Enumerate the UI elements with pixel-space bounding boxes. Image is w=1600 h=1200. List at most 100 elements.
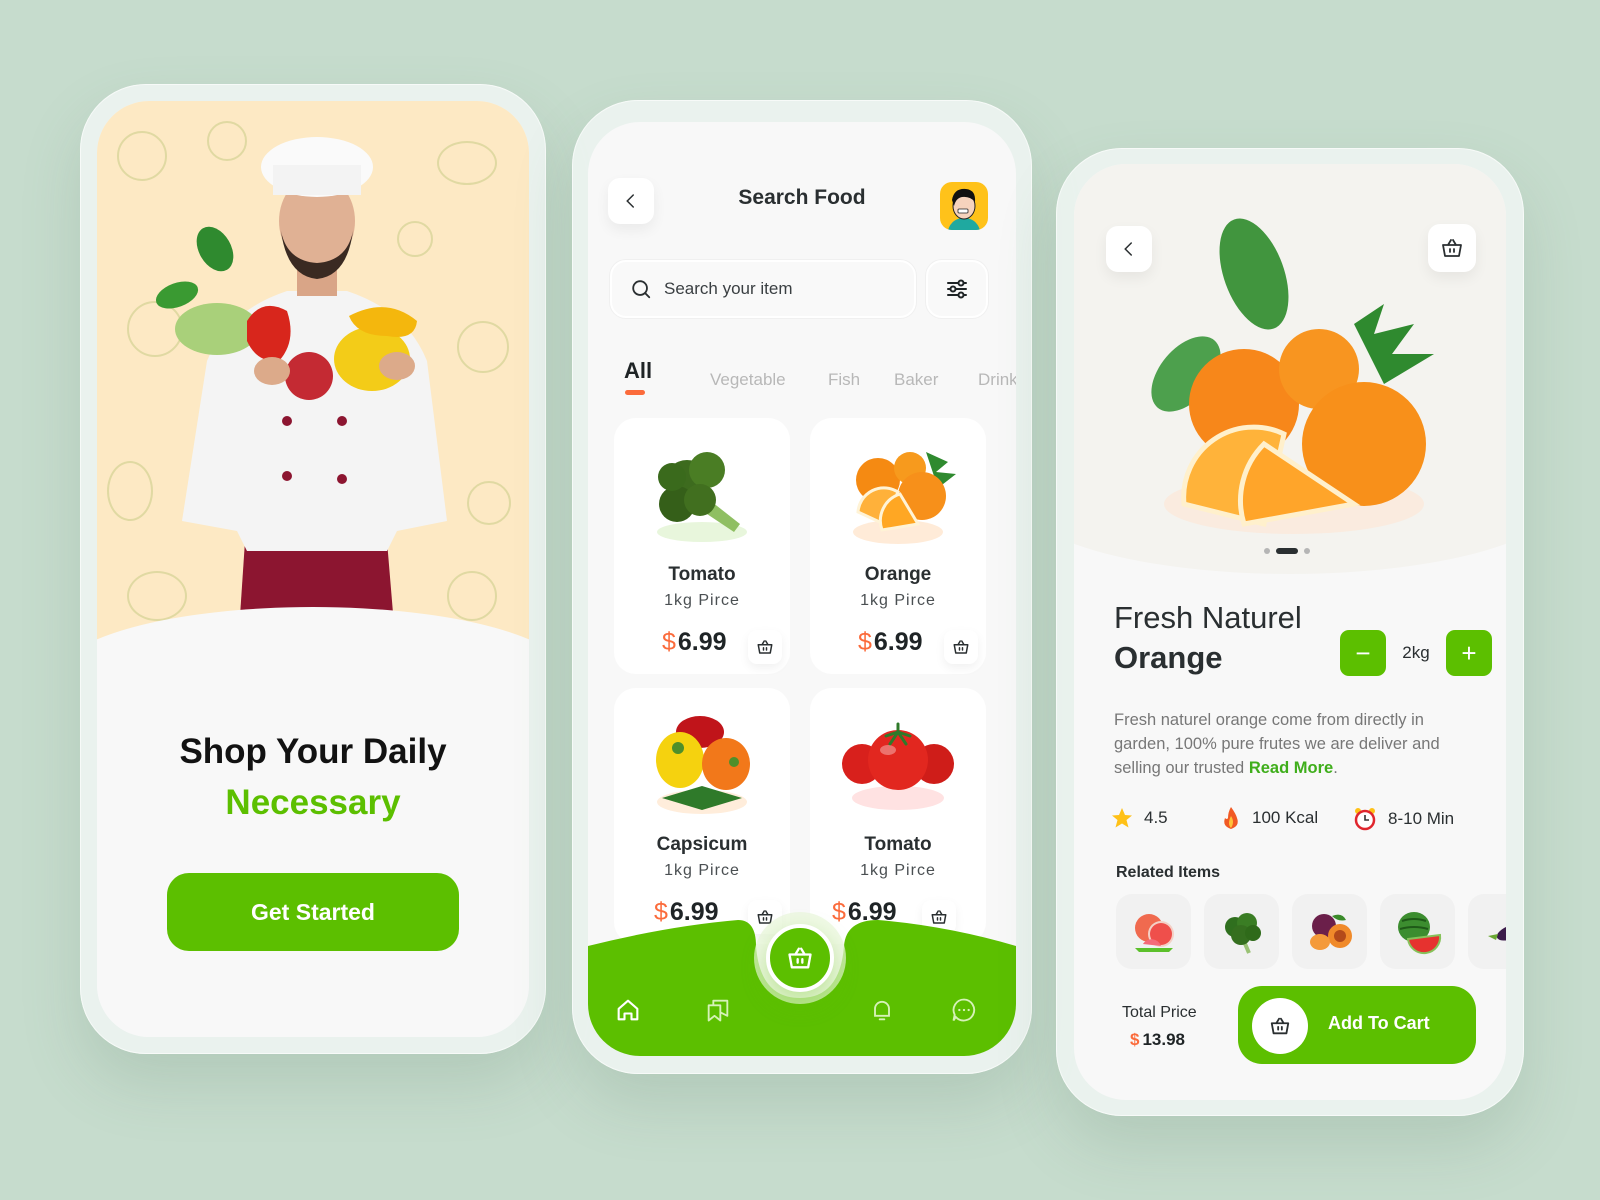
product-name: Tomato	[668, 564, 736, 585]
eggplant-icon	[1487, 922, 1506, 941]
fire-icon	[1224, 807, 1238, 829]
product-name: Capsicum	[656, 834, 748, 855]
quantity-stepper: − 2kg +	[1340, 630, 1492, 676]
basket-icon	[1270, 1017, 1290, 1035]
product-name: Orange	[864, 564, 932, 585]
nav-home[interactable]	[612, 994, 644, 1026]
product-description: Fresh naturel orange come from directly …	[1114, 711, 1440, 777]
rating-value: 4.5	[1144, 808, 1168, 827]
price-value: 6.99	[677, 628, 727, 656]
currency-symbol: $	[662, 628, 676, 656]
product-stats: 4.5 100 Kcal 8-10 Min	[1110, 806, 1490, 836]
detail-phone-frame: Fresh Naturel Orange − 2kg + Fresh natur…	[1056, 148, 1524, 1116]
alarm-clock-icon	[1354, 808, 1376, 831]
delivery-time-value: 8-10 Min	[1388, 809, 1455, 828]
kale-icon	[1224, 912, 1261, 954]
orange-product-image	[1151, 218, 1434, 534]
nav-messages[interactable]	[948, 994, 980, 1026]
carousel-indicator	[1264, 548, 1310, 554]
product-price: $6.99	[662, 628, 727, 657]
broccoli-image	[657, 452, 747, 542]
basket-icon	[757, 640, 773, 654]
search-field[interactable]	[610, 260, 916, 318]
carousel-dot-active[interactable]	[1276, 548, 1298, 554]
plum-icon	[1309, 913, 1352, 950]
filter-button[interactable]	[926, 260, 988, 318]
avatar[interactable]	[940, 182, 988, 230]
product-name: Tomato	[864, 834, 932, 855]
product-unit: 1kg Pirce	[860, 862, 936, 879]
oranges-image	[853, 452, 956, 544]
decrease-quantity-button[interactable]: −	[1340, 630, 1386, 676]
tab-drink[interactable]: Drink	[978, 370, 1016, 390]
related-items-title: Related Items	[1116, 864, 1221, 881]
search-input[interactable]	[664, 279, 884, 299]
category-tabs: All Vegetable Fish Baker Drink	[624, 350, 1016, 400]
cart-fab-button[interactable]	[766, 924, 834, 992]
increase-quantity-button[interactable]: +	[1446, 630, 1492, 676]
currency-symbol: $	[1130, 1030, 1140, 1049]
basket-icon	[1442, 239, 1462, 257]
bookmarks-icon	[707, 999, 729, 1022]
hero-image	[97, 101, 529, 661]
product-price: $6.99	[858, 628, 923, 657]
sliders-icon	[947, 279, 967, 299]
currency-symbol: $	[858, 628, 872, 656]
product-unit: 1kg Pirce	[664, 592, 740, 609]
user-avatar-icon	[948, 188, 980, 230]
add-to-cart-button[interactable]	[748, 630, 782, 664]
related-item-watermelon[interactable]	[1380, 894, 1455, 969]
product-card[interactable]: Orange 1kg Pirce $6.99	[810, 418, 986, 674]
tab-fish[interactable]: Fish	[828, 370, 860, 390]
basket-icon-circle	[1252, 998, 1308, 1054]
add-to-cart-button[interactable]: Add To Cart	[1238, 986, 1476, 1064]
chat-icon	[952, 998, 976, 1022]
related-item-plum[interactable]	[1292, 894, 1367, 969]
related-item-kale[interactable]	[1204, 894, 1279, 969]
basket-icon	[788, 947, 812, 969]
grapefruit-icon	[1134, 913, 1174, 952]
product-unit: 1kg Pirce	[664, 862, 740, 879]
product-card[interactable]: Tomato 1kg Pirce $6.99	[614, 418, 790, 674]
bell-peppers-image	[656, 716, 750, 814]
carousel-dot[interactable]	[1304, 548, 1310, 554]
calories-stat: 100 Kcal	[1220, 806, 1318, 830]
read-more-link[interactable]: Read More	[1249, 759, 1333, 777]
basket-icon	[953, 640, 969, 654]
add-to-cart-button[interactable]	[944, 630, 978, 664]
price-value: 6.99	[873, 628, 923, 656]
related-item-eggplant[interactable]	[1468, 894, 1506, 969]
back-button[interactable]	[1106, 226, 1152, 272]
star-icon	[1112, 808, 1132, 828]
tomatoes-image	[842, 722, 954, 810]
add-to-cart-label: Add To Cart	[1328, 1013, 1430, 1033]
rating-stat: 4.5	[1110, 806, 1168, 830]
tab-baker[interactable]: Baker	[894, 370, 938, 390]
quantity-value: 2kg	[1402, 643, 1430, 662]
related-item-grapefruit[interactable]	[1116, 894, 1191, 969]
related-items-list	[1116, 894, 1506, 969]
home-icon	[617, 999, 639, 1021]
active-tab-indicator	[625, 390, 645, 395]
tab-vegetable[interactable]: Vegetable	[710, 370, 786, 390]
tab-all[interactable]: All	[624, 358, 652, 384]
watermelon-icon	[1397, 911, 1441, 954]
search-phone-frame: Search Food All Vegetable	[572, 100, 1032, 1074]
get-started-button[interactable]: Get Started	[167, 873, 459, 951]
onboarding-screen: Shop Your Daily Necessary Get Started	[97, 101, 529, 1037]
chef-illustration	[155, 137, 447, 661]
onboarding-title-highlight: Necessary	[225, 783, 401, 822]
bottom-navigation	[588, 906, 1016, 1056]
cart-button[interactable]	[1428, 224, 1476, 272]
chevron-left-icon	[1124, 242, 1132, 256]
total-price-value: $13.98	[1130, 1030, 1185, 1050]
product-unit: 1kg Pirce	[860, 592, 936, 609]
carousel-dot[interactable]	[1264, 548, 1270, 554]
total-amount: 13.98	[1142, 1030, 1186, 1049]
nav-saved[interactable]	[702, 994, 734, 1026]
total-price-label: Total Price	[1122, 1004, 1197, 1021]
product-detail-screen: Fresh Naturel Orange − 2kg + Fresh natur…	[1074, 164, 1506, 1100]
nav-notifications[interactable]	[866, 994, 898, 1026]
search-icon	[632, 280, 651, 299]
search-screen: Search Food All Vegetable	[588, 122, 1016, 1056]
